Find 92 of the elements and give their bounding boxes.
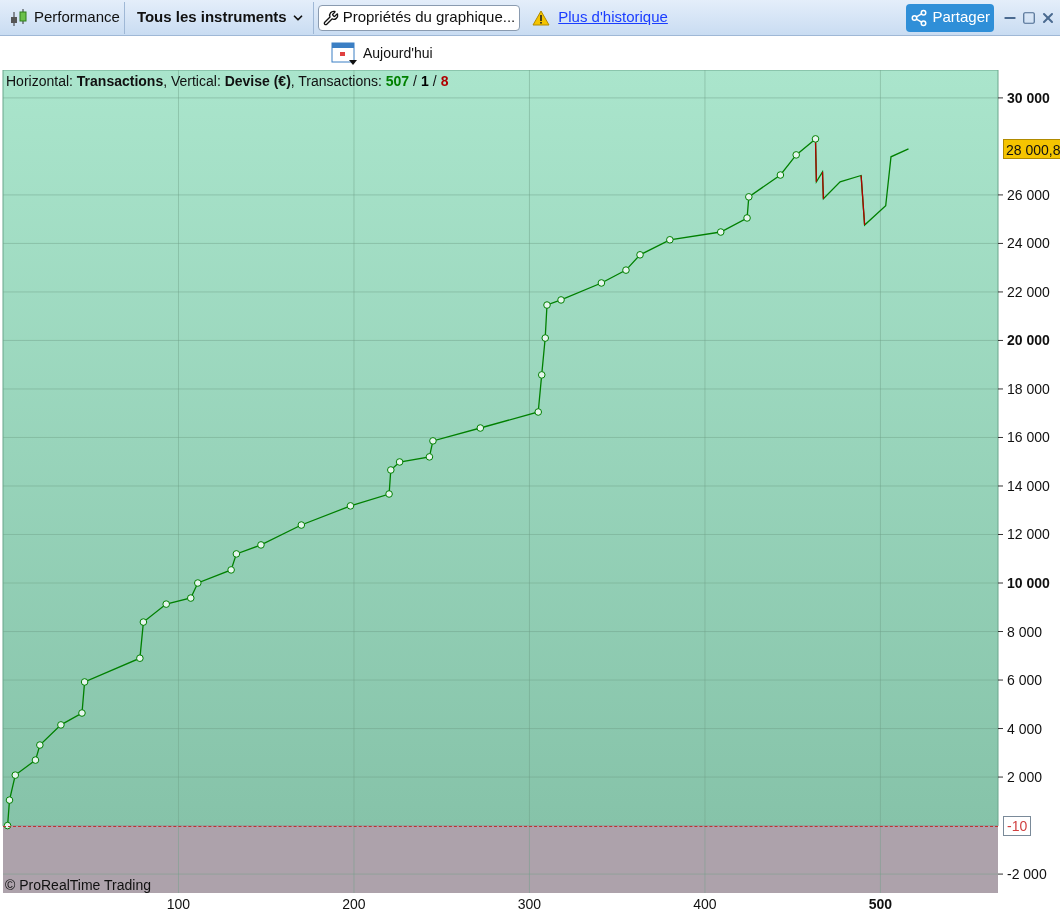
performance-button[interactable]: Performance xyxy=(4,1,125,34)
trade-marker xyxy=(80,678,89,686)
trade-marker xyxy=(429,437,437,445)
y-axis-tick xyxy=(997,242,1004,244)
zero-value-badge: -10 xyxy=(1003,815,1032,836)
transaction-count: 8 xyxy=(440,72,449,91)
y-axis-tick xyxy=(997,631,1004,632)
x-axis-label: 500 xyxy=(868,896,893,912)
trade-marker xyxy=(543,301,551,309)
today-button[interactable]: Aujourd'hui xyxy=(331,40,433,66)
trade-marker xyxy=(186,594,195,602)
trade-marker xyxy=(162,600,170,608)
y-axis-label: 24 000 xyxy=(1007,235,1050,252)
trade-marker xyxy=(227,566,235,574)
more-history-link[interactable]: Plus d'historique xyxy=(558,6,668,29)
trade-marker xyxy=(622,266,630,274)
trade-marker xyxy=(139,618,148,626)
y-axis-label: 8 000 xyxy=(1007,623,1043,640)
y-axis-label: 10 000 xyxy=(1007,575,1050,591)
y-axis-tick xyxy=(997,776,1004,778)
trade-marker xyxy=(297,521,306,529)
trade-marker xyxy=(557,296,565,304)
y-axis-label: 6 000 xyxy=(1007,672,1043,689)
y-axis-label: 12 000 xyxy=(1007,526,1050,543)
y-axis-label: 16 000 xyxy=(1007,429,1050,446)
y-axis-label: 4 000 xyxy=(1007,720,1043,737)
wrench-icon xyxy=(322,9,339,26)
y-axis-tick xyxy=(997,194,1004,196)
transaction-count: 1 xyxy=(421,72,429,91)
share-icon xyxy=(910,8,929,27)
trade-marker xyxy=(541,334,550,342)
y-axis-label: 20 000 xyxy=(1007,332,1050,349)
warning-icon xyxy=(532,9,551,26)
trade-marker xyxy=(776,171,785,179)
trade-marker xyxy=(31,756,40,764)
y-axis-tick xyxy=(997,534,1004,535)
trade-marker xyxy=(476,424,485,432)
trade-marker xyxy=(36,741,44,749)
instruments-dropdown[interactable]: Tous les instruments xyxy=(128,1,314,34)
y-axis-label: 18 000 xyxy=(1007,380,1050,397)
trade-marker xyxy=(11,771,20,779)
trade-marker xyxy=(666,236,674,244)
y-axis-label: 22 000 xyxy=(1007,283,1050,300)
trade-marker xyxy=(811,135,820,143)
y-axis-label: 14 000 xyxy=(1007,478,1050,494)
chart-properties-button[interactable]: Propriétés du graphique... xyxy=(317,4,521,31)
trade-marker xyxy=(257,541,265,549)
copyright-text: © ProRealTime Trading xyxy=(5,876,151,895)
y-axis-tick xyxy=(997,388,1004,390)
y-axis-label: -2 000 xyxy=(1007,866,1047,883)
y-axis-tick xyxy=(997,339,1004,341)
y-axis-label: 26 000 xyxy=(1007,186,1050,203)
trade-marker xyxy=(792,151,800,159)
y-axis-label: 2 000 xyxy=(1007,769,1043,786)
transaction-count: 507 xyxy=(385,72,410,91)
trade-marker xyxy=(425,453,434,461)
trade-marker xyxy=(232,550,241,558)
last-value-badge: 28 000,8 xyxy=(1003,138,1060,159)
y-axis-tick xyxy=(997,291,1004,293)
separator: / xyxy=(431,72,438,91)
y-axis-tick xyxy=(997,873,1004,875)
x-axis-label: 400 xyxy=(693,896,717,912)
y-axis-tick xyxy=(997,97,1004,99)
separator: / xyxy=(412,72,418,91)
y-axis-tick xyxy=(997,728,1004,730)
y-axis-tick xyxy=(997,679,1004,681)
candlestick-icon xyxy=(8,7,30,28)
y-axis-label: 30 000 xyxy=(1007,89,1050,106)
trade-marker xyxy=(194,579,202,587)
trade-marker xyxy=(57,721,65,729)
trade-marker xyxy=(745,193,753,201)
x-axis-label: 200 xyxy=(342,896,366,912)
y-axis-tick xyxy=(997,582,1004,584)
trade-marker xyxy=(636,251,644,259)
y-axis-tick xyxy=(997,437,1004,438)
chart-info-text: Horizontal: Transactions, Vertical: Devise (€), Transactions: xyxy=(6,72,383,91)
trade-marker xyxy=(78,709,86,717)
trade-marker xyxy=(537,371,546,379)
x-axis-label: 300 xyxy=(517,896,542,912)
y-axis-tick xyxy=(997,485,1004,487)
maximize-icon[interactable] xyxy=(1022,10,1036,25)
trade-marker xyxy=(743,214,751,222)
trade-marker xyxy=(136,654,144,662)
trade-marker xyxy=(716,228,725,236)
trade-marker xyxy=(3,821,12,830)
x-axis-label: 100 xyxy=(166,896,191,912)
calendar-icon xyxy=(331,40,359,66)
trade-marker xyxy=(534,408,543,416)
trade-marker xyxy=(597,279,606,287)
trade-marker xyxy=(385,490,393,498)
trade-marker xyxy=(5,796,14,804)
trade-marker xyxy=(346,502,355,510)
